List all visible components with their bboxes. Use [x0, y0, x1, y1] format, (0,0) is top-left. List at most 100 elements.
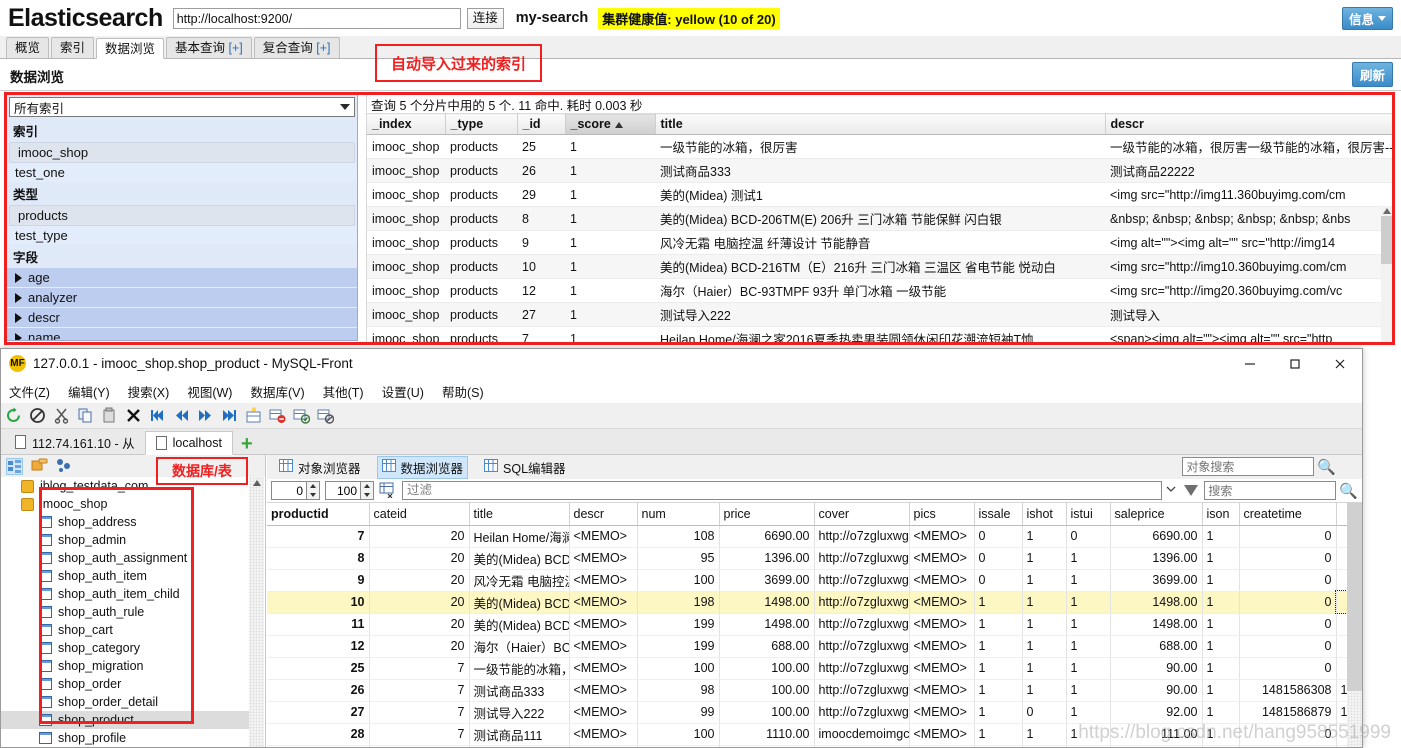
grid-cell-ishot[interactable]: 0: [1022, 701, 1067, 724]
grid-cell-ison[interactable]: 1: [1202, 657, 1240, 680]
grid-cell-pics[interactable]: <MEMO>: [909, 613, 975, 636]
index-select[interactable]: 所有索引: [9, 97, 355, 117]
grid-cell-istui[interactable]: 1: [1066, 591, 1111, 614]
grid-cell-istui[interactable]: 1: [1066, 569, 1111, 592]
grid-cell-cover[interactable]: http://o7zgluxwg.b: [814, 635, 910, 658]
es-connect-button[interactable]: 连接: [466, 7, 504, 29]
grid-cell-descr[interactable]: <MEMO>: [569, 569, 638, 592]
next-record-icon[interactable]: [197, 407, 214, 424]
grid-cell-ishot[interactable]: 1: [1022, 657, 1067, 680]
grid-cell-ishot[interactable]: 1: [1022, 569, 1067, 592]
grid-cell-productid[interactable]: 9: [267, 569, 370, 592]
grid-cell-issale[interactable]: 1: [974, 701, 1023, 724]
grid-cell-descr[interactable]: <MEMO>: [569, 591, 638, 614]
es-type-item[interactable]: test_type: [7, 226, 357, 245]
grid-cell-cateid[interactable]: 20: [369, 569, 470, 592]
grid-cell-descr[interactable]: <MEMO>: [569, 525, 638, 548]
grid-cell-productid[interactable]: 8: [267, 547, 370, 570]
minimize-icon[interactable]: [1227, 349, 1272, 379]
es-table-row[interactable]: imooc_shop products 29 1 美的(Midea) 测试1 <img s…: [367, 182, 1395, 207]
expand-triangle-icon[interactable]: [15, 272, 22, 283]
grid-cell-cover[interactable]: http://o7zgluxwg.b: [814, 591, 910, 614]
grid-search-input[interactable]: [1204, 481, 1337, 500]
es-url-input[interactable]: http://localhost:9200/: [172, 7, 461, 29]
grid-cell-price[interactable]: 3699.00: [719, 569, 815, 592]
tree-node-table[interactable]: shop_cart: [1, 621, 249, 639]
grid-column-header-num[interactable]: num: [637, 503, 720, 526]
grid-cell-pics[interactable]: <MEMO>: [909, 635, 975, 658]
search-icon[interactable]: 🔍: [1339, 482, 1358, 500]
grid-cell-cateid[interactable]: 20: [369, 525, 470, 548]
filter-input[interactable]: 过滤: [402, 481, 1163, 500]
es-table-row[interactable]: imooc_shop products 9 1 风冷无霜 电脑控温 纤薄设计 节能静音 <…: [367, 230, 1395, 255]
menu-item[interactable]: 文件(Z): [9, 382, 50, 401]
prev-record-icon[interactable]: [173, 407, 190, 424]
grid-cell-num[interactable]: 199: [637, 635, 720, 658]
grid-row[interactable]: 27 7 测试导入222 <MEMO> 99 100.00 http://o7zgluxwg…: [267, 701, 1362, 724]
grid-column-header-cateid[interactable]: cateid: [369, 503, 470, 526]
grid-cell-cateid[interactable]: 20: [369, 547, 470, 570]
grid-row[interactable]: 9 20 风冷无霜 电脑控温 <MEMO> 100 3699.00 http://o7zgl…: [267, 569, 1362, 592]
grid-cell-title[interactable]: 美的(Midea) BCD: [469, 547, 570, 570]
grid-cell-productid[interactable]: 12: [267, 635, 370, 658]
grid-cell-cover[interactable]: http://o7zgluxwg.b: [814, 701, 910, 724]
row-limit-arrows[interactable]: [361, 481, 374, 500]
es-column-header-id[interactable]: _id: [517, 113, 566, 135]
grid-row[interactable]: 11 20 美的(Midea) BCD <MEMO> 199 1498.00 http://…: [267, 613, 1362, 636]
es-table-row[interactable]: imooc_shop products 25 1 一级节能的冰箱，很厉害 一级节能的冰箱，…: [367, 134, 1395, 159]
grid-cell-createtime[interactable]: 0: [1239, 547, 1337, 570]
grid-cell-cateid[interactable]: 20: [369, 591, 470, 614]
grid-cell-istui[interactable]: 1: [1066, 613, 1111, 636]
grid-cell-istui[interactable]: 1: [1066, 701, 1111, 724]
grid-column-header-ishot[interactable]: ishot: [1022, 503, 1067, 526]
tree-node-table[interactable]: shop_auth_assignment: [1, 549, 249, 567]
grid-cell-cover[interactable]: http://o7zgluxwg.b: [814, 679, 910, 702]
mysql-object-tree[interactable]: iblog_testdata_com imooc_shop shop_address…: [1, 477, 249, 747]
grid-cell-ison[interactable]: 1: [1202, 613, 1240, 636]
es-column-header-index[interactable]: _index: [367, 113, 446, 135]
es-field-item[interactable]: age: [7, 268, 357, 288]
grid-cell-saleprice[interactable]: 1498.00: [1110, 613, 1203, 636]
grid-cell-createtime[interactable]: 0: [1239, 525, 1337, 548]
grid-cell-cover[interactable]: http://o7zgluxwg.b: [814, 613, 910, 636]
tree-node-table[interactable]: shop_auth_item: [1, 567, 249, 585]
grid-cell-price[interactable]: 100.00: [719, 701, 815, 724]
grid-cell-istui[interactable]: 1: [1066, 679, 1111, 702]
chevron-down-icon[interactable]: [1164, 482, 1178, 500]
row-limit-stepper[interactable]: [325, 481, 374, 500]
grid-cell-productid[interactable]: 11: [267, 613, 370, 636]
grid-cell-pics[interactable]: <MEMO>: [909, 657, 975, 680]
grid-search-box[interactable]: 🔍: [1204, 481, 1358, 500]
object-browser-icon[interactable]: [6, 457, 23, 475]
tree-node-table[interactable]: shop_order_detail: [1, 693, 249, 711]
expand-triangle-icon[interactable]: [15, 292, 22, 303]
scrollbar-thumb[interactable]: [1381, 216, 1393, 264]
connection-tab[interactable]: localhost: [144, 431, 233, 455]
expand-triangle-icon[interactable]: [15, 312, 22, 323]
close-icon[interactable]: [1317, 349, 1362, 379]
es-field-item[interactable]: analyzer: [7, 288, 357, 308]
grid-cell-ishot[interactable]: 1: [1022, 591, 1067, 614]
grid-column-header-pics[interactable]: pics: [909, 503, 975, 526]
grid-cell-cover[interactable]: http://o7zgluxwg.b: [814, 657, 910, 680]
grid-cell-productid[interactable]: 27: [267, 701, 370, 724]
grid-cell-descr[interactable]: <MEMO>: [569, 547, 638, 570]
view-tab[interactable]: 对象浏览器: [275, 457, 365, 478]
grid-cell-cateid[interactable]: 20: [369, 635, 470, 658]
maximize-icon[interactable]: [1272, 349, 1317, 379]
rollback-icon[interactable]: [317, 407, 335, 424]
grid-cell-cateid[interactable]: 7: [369, 701, 470, 724]
es-tab-expand-marker[interactable]: [+]: [316, 41, 330, 55]
tree-scrollbar[interactable]: [249, 477, 264, 747]
grid-cell-saleprice[interactable]: 3699.00: [1110, 569, 1203, 592]
grid-cell-cover[interactable]: http://o7zgluxwg.b: [814, 525, 910, 548]
insert-record-icon[interactable]: [245, 407, 262, 424]
grid-cell-createtime[interactable]: 0: [1239, 635, 1337, 658]
row-offset-stepper[interactable]: [271, 481, 320, 500]
grid-scrollbar[interactable]: [1347, 503, 1362, 747]
grid-cell-issale[interactable]: 0: [974, 569, 1023, 592]
grid-cell-num[interactable]: 100: [637, 569, 720, 592]
scrollbar-thumb[interactable]: [1347, 503, 1362, 691]
es-index-item[interactable]: test_one: [7, 163, 357, 182]
grid-cell-ison[interactable]: 1: [1202, 569, 1240, 592]
